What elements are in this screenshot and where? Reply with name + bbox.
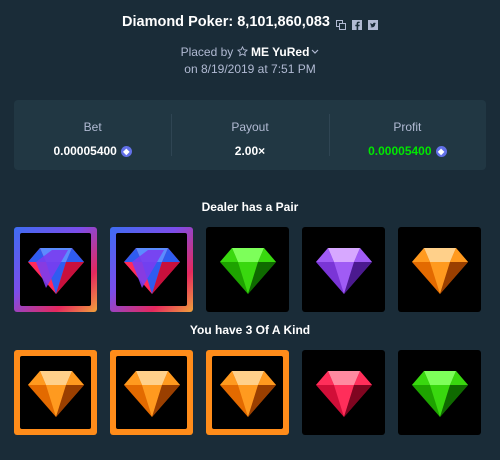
green-gem-icon — [411, 370, 468, 417]
player-hand — [14, 350, 481, 435]
orange-gem-card — [398, 227, 481, 312]
purple-gem-card — [302, 227, 385, 312]
placed-by: Placed by ME YuRed on 8/19/2019 at 7:51 … — [0, 43, 500, 77]
red-gem-card — [302, 350, 385, 435]
username-link[interactable]: ME YuRed — [251, 45, 309, 59]
bet-date: on 8/19/2019 at 7:51 PM — [184, 62, 316, 76]
page-title: Diamond Poker: 8,101,860,083 — [122, 14, 330, 30]
payout-stat: Payout 2.00× — [171, 100, 328, 170]
orange-gem-card — [110, 350, 193, 435]
green-gem-card — [398, 350, 481, 435]
rainbow-gem-card — [14, 227, 97, 312]
payout-value: 2.00× — [234, 144, 266, 158]
chevron-down-icon[interactable] — [311, 43, 319, 59]
player-result: You have 3 Of A Kind — [189, 323, 311, 337]
profit-label: Profit — [393, 120, 422, 134]
facebook-icon[interactable] — [351, 17, 362, 30]
payout-label: Payout — [231, 120, 269, 134]
placed-by-prefix: Placed by — [180, 45, 234, 59]
dealer-result: Dealer has a Pair — [201, 200, 299, 214]
dealer-hand — [14, 227, 481, 312]
rainbow-gem-card — [110, 227, 193, 312]
orange-gem-icon — [411, 247, 468, 294]
bet-stats-panel: Bet 0.00005400 ◆ Payout 2.00× Profit 0.0… — [14, 100, 486, 170]
profit-value: 0.00005400 — [368, 144, 432, 158]
rainbow-gem-icon — [123, 247, 180, 294]
orange-gem-icon — [219, 370, 276, 417]
bet-header: Diamond Poker: 8,101,860,083 Placed by M… — [0, 14, 500, 77]
purple-gem-icon — [315, 247, 372, 294]
profit-stat: Profit 0.00005400 ◆ — [328, 100, 486, 170]
orange-gem-icon — [123, 370, 180, 417]
star-icon — [236, 45, 248, 61]
rainbow-gem-icon — [27, 247, 84, 294]
orange-gem-card — [206, 350, 289, 435]
eth-coin-icon: ◆ — [120, 145, 132, 157]
green-gem-icon — [219, 247, 276, 294]
copy-icon[interactable] — [335, 17, 346, 30]
red-gem-icon — [315, 370, 372, 417]
orange-gem-icon — [27, 370, 84, 417]
twitter-icon[interactable] — [367, 17, 378, 30]
eth-coin-icon: ◆ — [435, 145, 447, 157]
orange-gem-card — [14, 350, 97, 435]
bet-stat: Bet 0.00005400 ◆ — [14, 100, 171, 170]
bet-value: 0.00005400 — [53, 144, 117, 158]
bet-label: Bet — [83, 120, 102, 134]
green-gem-card — [206, 227, 289, 312]
